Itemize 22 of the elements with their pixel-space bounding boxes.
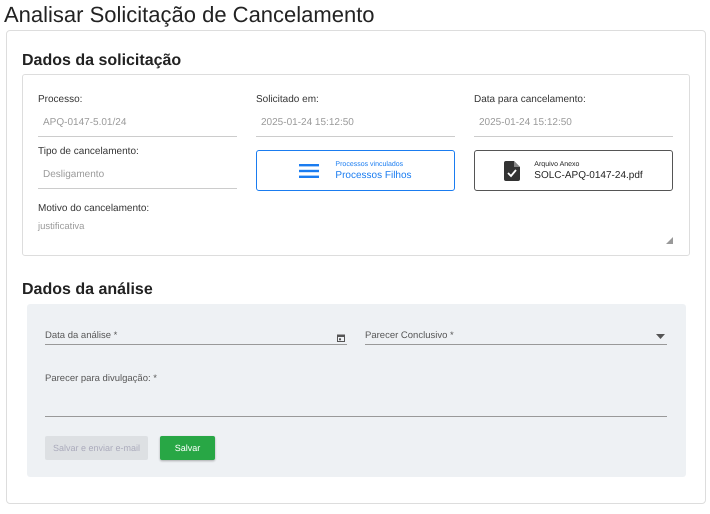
section-title: Dados da análise: [22, 280, 154, 300]
menu-icon: [299, 164, 320, 178]
field-label: Solicitado em:: [256, 93, 319, 107]
readonly-field: Desligamento: [38, 161, 237, 189]
conclusion-select[interactable]: Parecer Conclusivo *: [365, 326, 667, 345]
field-label: Motivo do cancelamento:: [38, 202, 150, 216]
calendar-icon: [337, 334, 345, 342]
save-button[interactable]: Salvar: [160, 436, 215, 460]
caret-icon: [656, 334, 665, 339]
page-title: Analisar Solicitação de Cancelamento: [4, 1, 376, 29]
disclosure-field[interactable]: Parecer para divulgação: *: [45, 373, 667, 417]
field-label: Data para cancelamento:: [474, 93, 586, 107]
reason-text: justificativa: [38, 221, 84, 232]
section-title: Dados da solicitação: [22, 51, 182, 71]
readonly-field: APQ-0147-5.01/24: [38, 109, 237, 137]
document-check-icon: [504, 160, 520, 180]
field-label: Processo:: [38, 93, 82, 107]
readonly-field: 2025-01-24 15:12:50: [256, 109, 455, 137]
resize-grip-icon: [666, 237, 673, 244]
readonly-field: 2025-01-24 15:12:50: [474, 109, 673, 137]
date-field[interactable]: Data da análise *: [45, 326, 347, 345]
field-label: Tipo de cancelamento:: [38, 145, 139, 159]
